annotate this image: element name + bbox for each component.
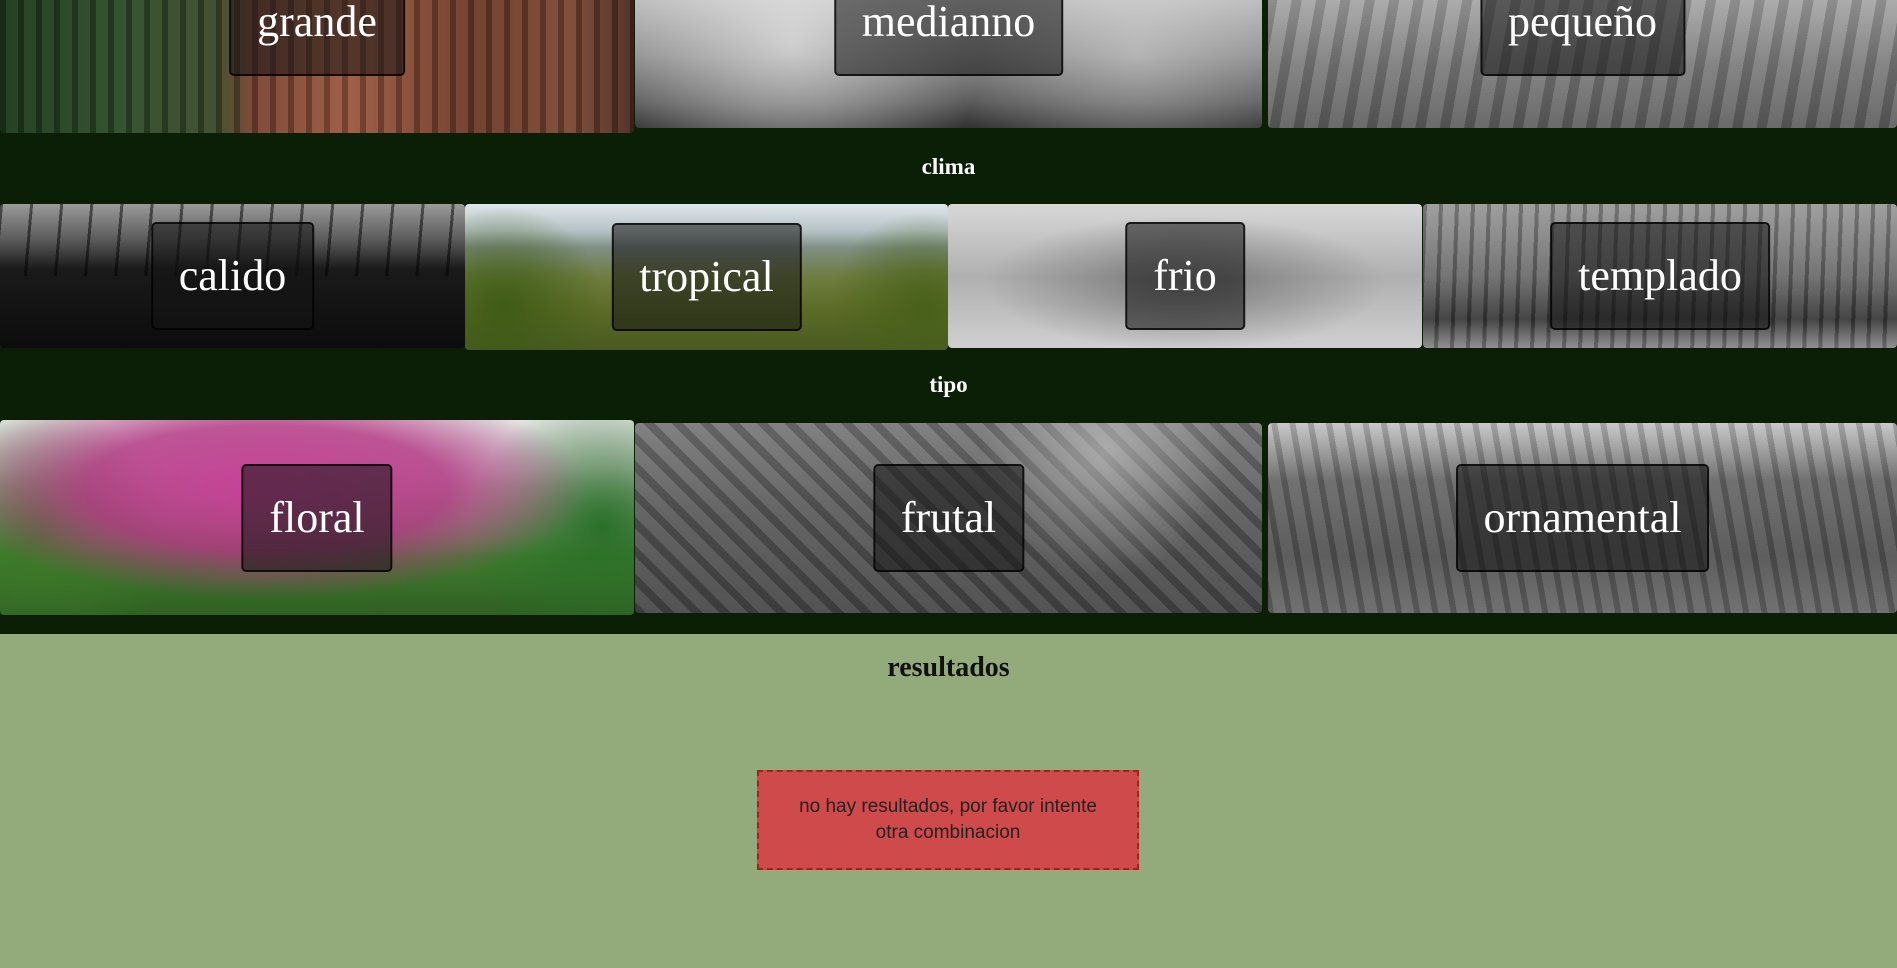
- clima-row: calido tropical frio templado: [0, 204, 1897, 350]
- section-title-tipo: tipo: [929, 372, 968, 397]
- option-ornamental[interactable]: ornamental: [1268, 423, 1897, 613]
- no-results-message: no hay resultados, por favor intente otr…: [799, 796, 1097, 843]
- option-pequeno-label[interactable]: pequeño: [1479, 0, 1686, 76]
- tipo-row: floral frutal ornamental: [0, 420, 1897, 616]
- results-title: resultados: [887, 652, 1010, 683]
- option-mediano[interactable]: medianno: [635, 0, 1262, 128]
- size-row: grande medianno pequeño: [0, 0, 1897, 136]
- option-frutal-label[interactable]: frutal: [872, 464, 1025, 572]
- option-tropical-label[interactable]: tropical: [611, 223, 802, 331]
- option-grande-label[interactable]: grande: [229, 0, 405, 76]
- option-frutal[interactable]: frutal: [635, 423, 1262, 613]
- option-mediano-label[interactable]: medianno: [833, 0, 1064, 76]
- option-calido-label[interactable]: calido: [150, 222, 315, 330]
- option-ornamental-label[interactable]: ornamental: [1455, 464, 1710, 572]
- option-pequeno[interactable]: pequeño: [1268, 0, 1897, 128]
- option-frio[interactable]: frio: [948, 204, 1422, 348]
- option-frio-label[interactable]: frio: [1125, 222, 1245, 330]
- option-calido[interactable]: calido: [0, 204, 465, 348]
- option-tropical[interactable]: tropical: [465, 204, 948, 350]
- no-results-alert: no hay resultados, por favor intente otr…: [757, 770, 1139, 870]
- option-templado-label[interactable]: templado: [1550, 222, 1770, 330]
- section-title-clima: clima: [921, 154, 976, 179]
- option-grande[interactable]: grande: [0, 0, 634, 133]
- option-templado[interactable]: templado: [1423, 204, 1897, 348]
- option-floral-label[interactable]: floral: [241, 463, 393, 572]
- option-floral[interactable]: floral: [0, 420, 634, 615]
- results-section: resultados no hay resultados, por favor …: [0, 634, 1897, 968]
